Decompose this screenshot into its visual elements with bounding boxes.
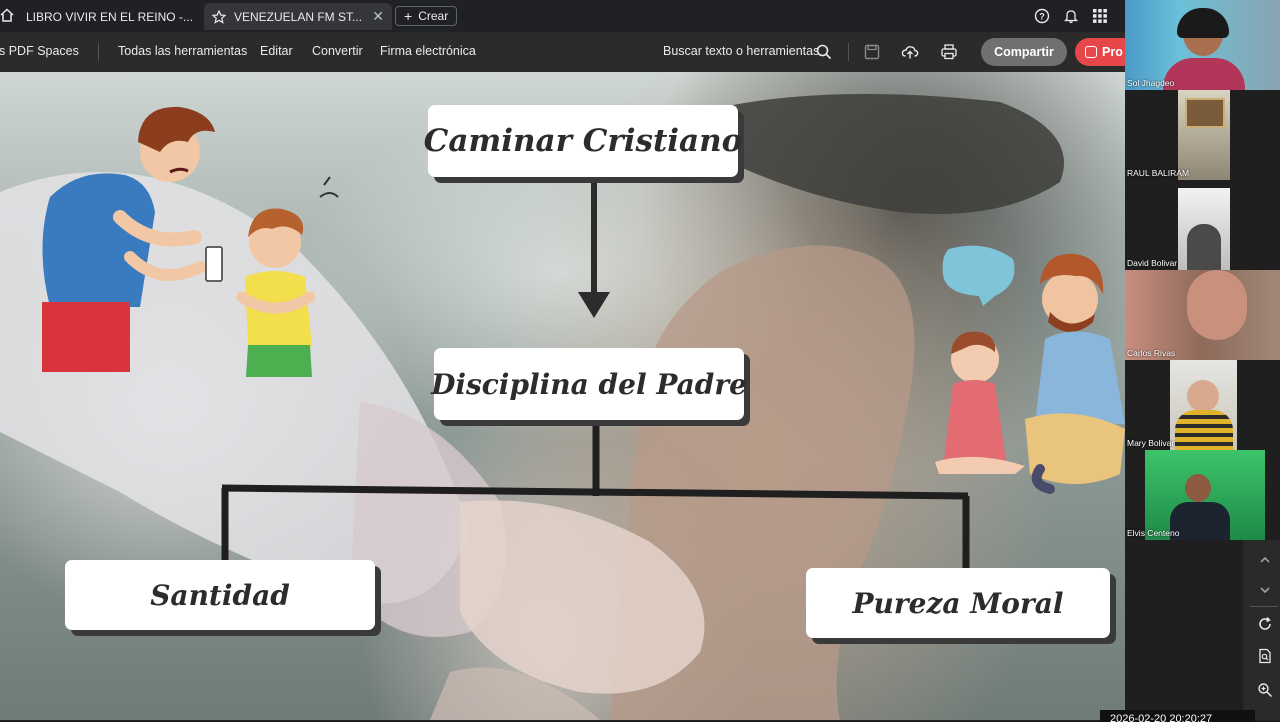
refresh-icon[interactable] bbox=[1257, 616, 1273, 632]
share-button[interactable]: Compartir bbox=[981, 38, 1067, 66]
apps-grid-icon[interactable] bbox=[1092, 8, 1108, 24]
chevron-down-icon[interactable] bbox=[1257, 582, 1273, 598]
cloud-upload-icon[interactable] bbox=[901, 43, 919, 61]
plus-icon: + bbox=[404, 8, 413, 24]
father-daughter-illustration bbox=[935, 245, 1125, 494]
participant-tile[interactable]: RAUL BALIRAM bbox=[1125, 90, 1280, 180]
share-label: Compartir bbox=[994, 45, 1054, 59]
pdf-toolbar: s PDF Spaces Todas las herramientas Edit… bbox=[0, 32, 1145, 72]
participant-name: Mary Bolivar bbox=[1127, 438, 1175, 448]
diagram-node-left: Santidad bbox=[65, 560, 375, 630]
wall-picture bbox=[1185, 98, 1225, 128]
tab-label: LIBRO VIVIR EN EL REINO -... bbox=[26, 9, 192, 24]
pro-label: Pro bbox=[1102, 45, 1123, 59]
participant-tile[interactable]: Elvis Centeno bbox=[1125, 450, 1280, 540]
chat-plus-icon bbox=[1085, 46, 1097, 58]
toolbar-divider bbox=[98, 43, 99, 61]
node-middle-text: Disciplina del Padre bbox=[431, 367, 747, 401]
participant-face bbox=[1185, 474, 1211, 502]
slide-canvas: Caminar Cristiano Disciplina del Padre S… bbox=[0, 72, 1125, 720]
participant-tile[interactable]: Carlos Rivas bbox=[1125, 270, 1280, 360]
new-tab-button[interactable]: + Crear bbox=[395, 6, 458, 26]
node-left-text: Santidad bbox=[150, 578, 290, 612]
participant-name: Elvis Centeno bbox=[1127, 528, 1180, 538]
toolbar-edit[interactable]: Editar bbox=[260, 44, 293, 58]
search-icon[interactable] bbox=[815, 43, 833, 61]
participant-tile[interactable]: David Bolivar bbox=[1125, 180, 1280, 270]
tab-label: VENEZUELAN FM ST... bbox=[234, 9, 363, 24]
participant-body bbox=[1187, 224, 1221, 270]
participant-body bbox=[1163, 58, 1245, 90]
toolbar-pdf-spaces[interactable]: s PDF Spaces bbox=[0, 44, 79, 58]
node-title-text: Caminar Cristiano bbox=[423, 123, 743, 159]
angry-father-child-illustration bbox=[42, 106, 339, 377]
search-tools-label[interactable]: Buscar texto o herramientas bbox=[663, 44, 819, 58]
tab-libro[interactable]: LIBRO VIVIR EN EL REINO -... bbox=[18, 3, 200, 30]
toolbar-all-tools[interactable]: Todas las herramientas bbox=[118, 44, 247, 58]
chevron-up-icon[interactable] bbox=[1257, 552, 1273, 568]
participant-face bbox=[1187, 380, 1219, 412]
divider bbox=[1250, 606, 1278, 607]
toolbar-convert[interactable]: Convertir bbox=[312, 44, 363, 58]
participant-name: Carlos Rivas bbox=[1127, 348, 1176, 358]
home-icon[interactable] bbox=[0, 8, 14, 22]
participant-tile[interactable]: Sol Jhagdeo bbox=[1125, 0, 1280, 90]
participant-tile[interactable]: Mary Bolivar bbox=[1125, 360, 1280, 450]
participant-body bbox=[1175, 410, 1233, 450]
participant-name: David Bolivar bbox=[1127, 258, 1178, 268]
participant-face bbox=[1187, 270, 1247, 340]
svg-text:?: ? bbox=[1039, 12, 1045, 22]
browser-tab-bar: LIBRO VIVIR EN EL REINO -... VENEZUELAN … bbox=[0, 0, 1280, 32]
diagram-node-title: Caminar Cristiano bbox=[424, 105, 742, 177]
zoom-in-icon[interactable] bbox=[1257, 682, 1273, 698]
node-right-text: Pureza Moral bbox=[852, 586, 1064, 620]
close-icon[interactable]: ✕ bbox=[372, 8, 384, 25]
diagram-node-right: Pureza Moral bbox=[806, 568, 1110, 638]
tab-venezuelan[interactable]: VENEZUELAN FM ST... ✕ bbox=[204, 3, 392, 30]
bell-icon[interactable] bbox=[1063, 8, 1079, 24]
new-tab-label: Crear bbox=[418, 9, 449, 23]
print-icon[interactable] bbox=[940, 43, 958, 61]
toolbar-e-sign[interactable]: Firma electrónica bbox=[380, 44, 476, 58]
save-icon[interactable] bbox=[863, 43, 881, 61]
recording-timestamp: 2026-02-20 20:20:27 bbox=[1100, 710, 1255, 722]
diagram-node-middle: Disciplina del Padre bbox=[431, 348, 747, 420]
participant-name: Sol Jhagdeo bbox=[1127, 78, 1175, 88]
toolbar-divider bbox=[848, 43, 849, 61]
document-search-icon[interactable] bbox=[1257, 648, 1273, 664]
participant-name: RAUL BALIRAM bbox=[1127, 168, 1190, 178]
help-icon[interactable]: ? bbox=[1034, 8, 1050, 24]
star-icon bbox=[212, 9, 226, 24]
